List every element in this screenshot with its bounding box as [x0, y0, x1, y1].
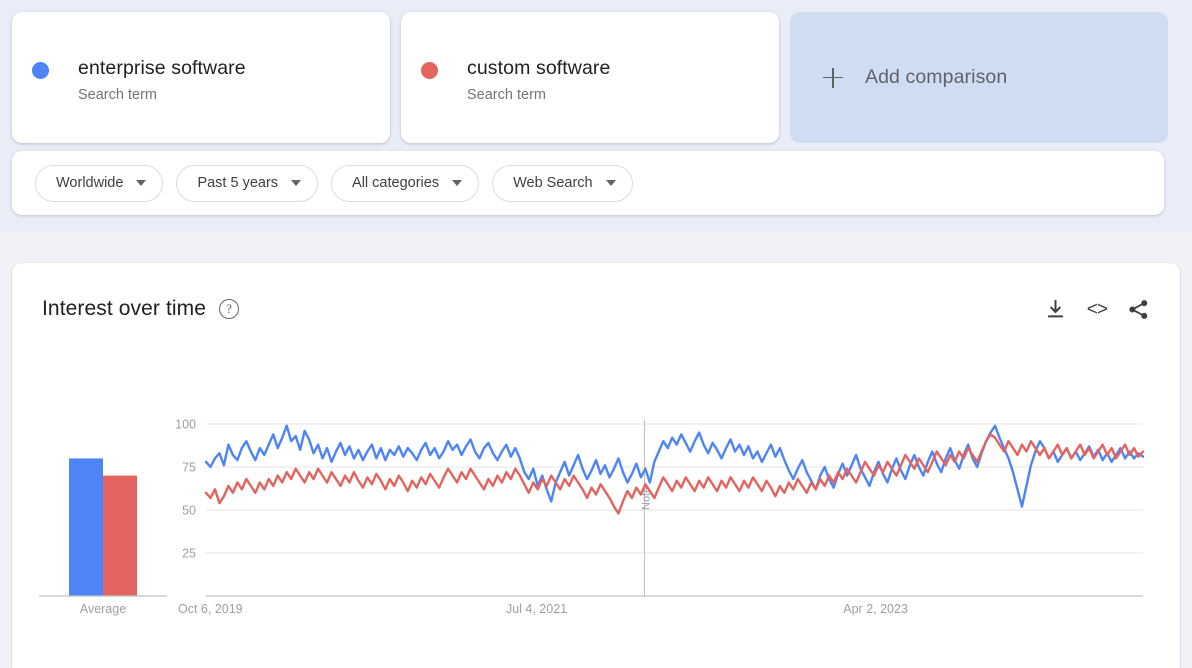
average-bar-1 — [69, 458, 103, 596]
x-axis-tick-label: Oct 6, 2019 — [178, 602, 243, 616]
embed-icon[interactable]: <> — [1087, 298, 1108, 321]
search-terms-row: enterprise software Search term custom s… — [12, 12, 1180, 143]
download-icon[interactable] — [1044, 298, 1067, 321]
chevron-down-icon — [605, 180, 616, 186]
y-axis-tick-label: 25 — [182, 547, 196, 561]
filter-location-label: Worldwide — [56, 175, 124, 191]
page-title: Interest over time — [42, 297, 207, 320]
x-axis-tick-label: Jul 4, 2021 — [506, 602, 567, 616]
y-axis-tick-label: 50 — [182, 504, 196, 518]
chevron-down-icon — [136, 180, 147, 186]
filter-location[interactable]: Worldwide — [35, 164, 164, 202]
panel-actions: <> — [1044, 298, 1150, 321]
series-color-dot-2 — [421, 62, 438, 79]
chevron-down-icon — [452, 180, 463, 186]
y-axis-tick-label: 75 — [182, 461, 196, 475]
plus-icon — [823, 67, 843, 88]
y-axis-tick-label: 100 — [175, 418, 196, 432]
filters-bar: Worldwide Past 5 years All categories We… — [12, 151, 1164, 215]
add-comparison-label: Add comparison — [865, 66, 1008, 88]
series-line-1 — [204, 424, 1145, 508]
panel-header: Interest over time ? <> — [42, 291, 1150, 327]
help-icon[interactable]: ? — [219, 299, 240, 319]
filter-category[interactable]: All categories — [331, 164, 480, 202]
average-bar-label: Average — [80, 602, 126, 616]
search-term-card-2[interactable]: custom software Search term — [401, 12, 779, 143]
chevron-down-icon — [291, 180, 302, 186]
interest-over-time-panel: Interest over time ? <> 25 50 75 100 Oct… — [12, 263, 1180, 668]
search-term-label-1: enterprise software — [78, 57, 246, 79]
search-term-label-2: custom software — [467, 57, 611, 79]
x-axis-tick-label: Apr 2, 2023 — [843, 602, 908, 616]
filter-search-type[interactable]: Web Search — [492, 164, 633, 202]
add-comparison-button[interactable]: Add comparison — [790, 12, 1168, 143]
search-term-type-1: Search term — [78, 87, 157, 103]
filter-time-range[interactable]: Past 5 years — [176, 164, 319, 202]
filter-time-range-label: Past 5 years — [197, 175, 279, 191]
search-term-card-1[interactable]: enterprise software Search term — [12, 12, 390, 143]
series-line-2 — [204, 433, 1145, 515]
share-icon[interactable] — [1127, 298, 1150, 321]
filter-search-type-label: Web Search — [513, 175, 593, 191]
search-term-type-2: Search term — [467, 87, 546, 103]
filter-category-label: All categories — [352, 175, 440, 191]
average-bar-2 — [103, 475, 137, 596]
note-annotation-label: Note — [641, 487, 653, 510]
series-color-dot-1 — [32, 62, 49, 79]
